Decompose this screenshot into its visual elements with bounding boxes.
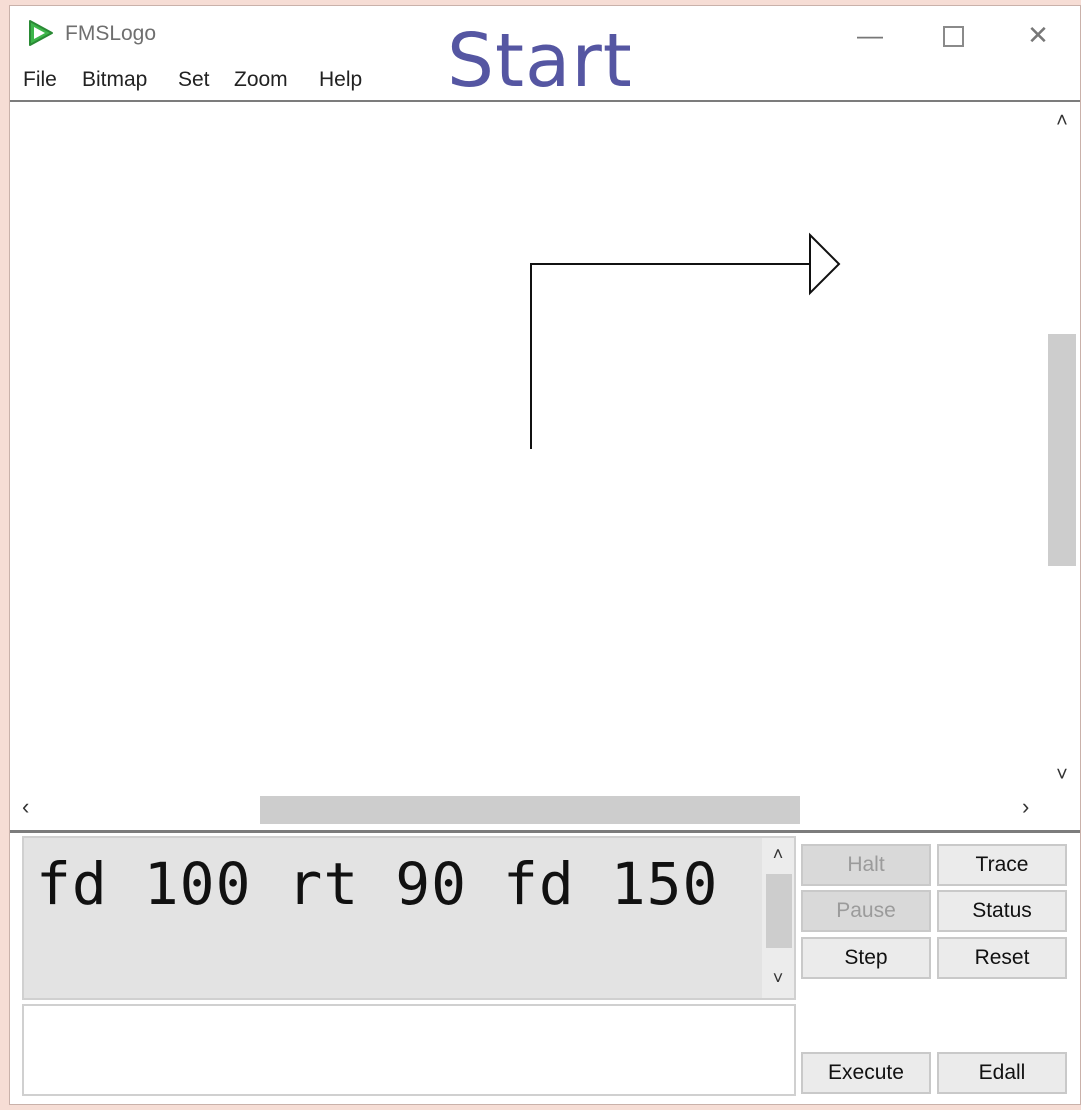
edall-button[interactable]: Edall: [937, 1052, 1067, 1094]
vertical-scroll-thumb[interactable]: [1048, 334, 1076, 566]
commander-divider[interactable]: [10, 830, 1080, 833]
window-title: FMSLogo: [65, 22, 157, 45]
scroll-left-icon[interactable]: ‹: [22, 794, 29, 820]
close-button[interactable]: ✕: [1018, 20, 1058, 50]
title-bar[interactable]: FMSLogo Start — ✕: [10, 6, 1080, 102]
halt-button[interactable]: Halt: [801, 844, 931, 886]
scroll-right-icon[interactable]: ›: [1022, 794, 1029, 820]
maximize-button[interactable]: [933, 20, 973, 50]
start-overlay-label: Start: [447, 18, 633, 104]
menu-bitmap[interactable]: Bitmap: [82, 68, 147, 92]
execute-button[interactable]: Execute: [801, 1052, 931, 1094]
fmslogo-app-icon: [29, 20, 53, 46]
step-button[interactable]: Step: [801, 937, 931, 979]
turtle-drawing: [530, 232, 841, 449]
horizontal-scroll-thumb[interactable]: [260, 796, 800, 824]
turtle-path: [530, 263, 810, 449]
history-scroll-up-icon[interactable]: ˄: [767, 844, 789, 865]
maximize-icon: [942, 26, 964, 47]
history-scroll-down-icon[interactable]: ˅: [767, 968, 789, 989]
minimize-button[interactable]: —: [850, 20, 890, 50]
scroll-up-icon[interactable]: ˄: [1050, 110, 1074, 133]
history-scroll-thumb[interactable]: [766, 874, 792, 948]
scroll-down-icon[interactable]: ˅: [1050, 764, 1074, 787]
trace-button[interactable]: Trace: [937, 844, 1067, 886]
status-button[interactable]: Status: [937, 890, 1067, 932]
menu-set[interactable]: Set: [178, 68, 210, 92]
menu-help[interactable]: Help: [319, 68, 362, 92]
command-input[interactable]: [22, 1004, 796, 1096]
history-scrollbar[interactable]: ˄ ˅: [762, 838, 794, 998]
turtle-icon: [809, 232, 841, 296]
fmslogo-window: FMSLogo Start — ✕ File Bitmap Set Zoom H…: [9, 5, 1081, 1105]
menu-file[interactable]: File: [23, 68, 57, 92]
menu-zoom[interactable]: Zoom: [234, 68, 288, 92]
history-command-text: fd 100 rt 90 fd 150: [36, 850, 719, 918]
pause-button[interactable]: Pause: [801, 890, 931, 932]
command-history[interactable]: fd 100 rt 90 fd 150 ˄ ˅: [22, 836, 796, 1000]
turtle-canvas[interactable]: ˄ ˅ ‹ ›: [10, 102, 1080, 832]
reset-button[interactable]: Reset: [937, 937, 1067, 979]
